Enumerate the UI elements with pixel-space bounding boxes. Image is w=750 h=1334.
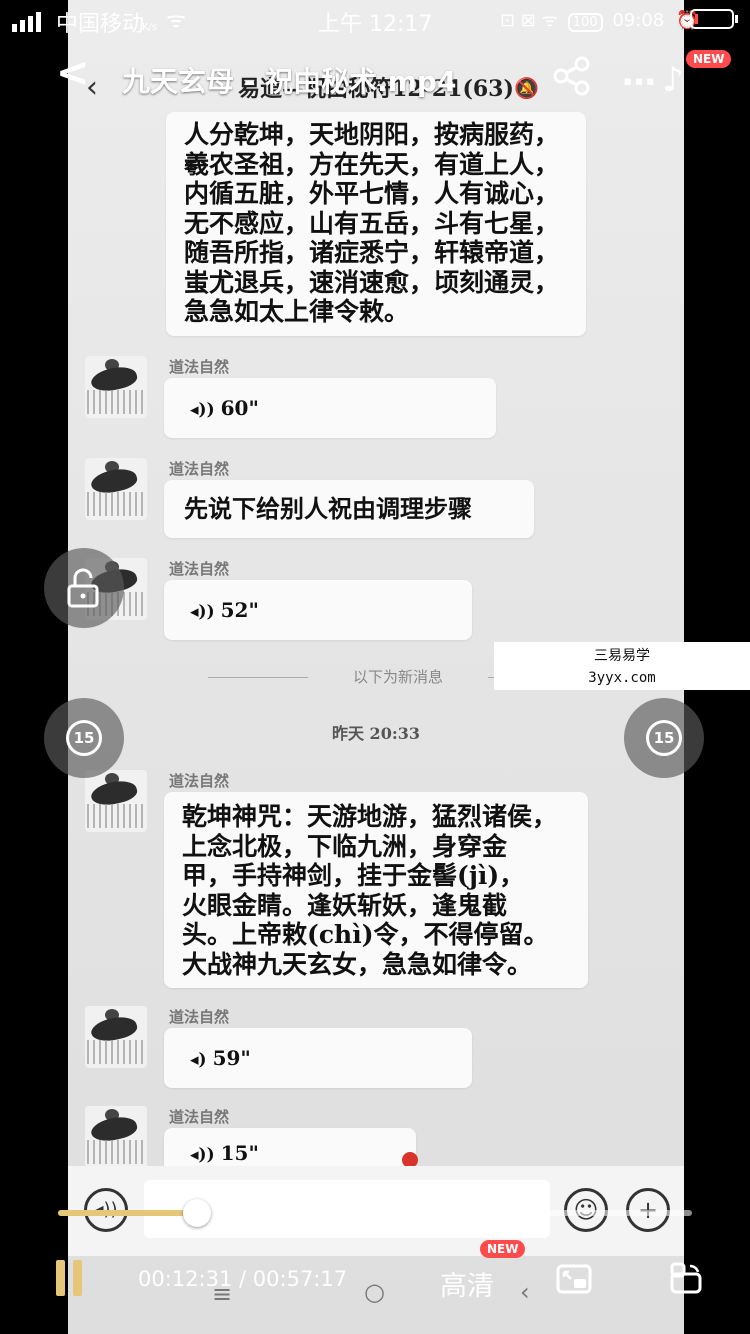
total-time: 00:57:17 [252, 1267, 348, 1291]
poem2-line: 上念北极，下临九洲，身穿金 [182, 831, 508, 861]
carrier-name: 中国移动 [56, 12, 145, 37]
rewind-15-button[interactable]: 15 [44, 698, 124, 778]
message-bubble-poem2: 乾坤神咒：天游地游，猛烈诸侯， 上念北极，下临九洲，身穿金 甲，手持神剑，挂于金… [164, 792, 588, 988]
voice-duration: 59" [212, 1046, 251, 1070]
chat-timestamp: 昨天 20:33 [331, 724, 420, 743]
status-bar: 中国移动 ᯤ K/s 上午 12:17 ⊡ ⊠ ᯤ 100 09:08 ⏰ [0, 0, 750, 40]
voice-wave-icon: ◂)) [190, 602, 215, 622]
voice-message: ◂)) 60" [164, 378, 496, 438]
sender-name: 道法自然 [169, 1008, 230, 1026]
forward-15-button[interactable]: 15 [624, 698, 704, 778]
time-display: 00:12:31 / 00:57:17 [138, 1267, 347, 1291]
voice-wave-icon: ◂)) [190, 400, 215, 420]
poem1-line: 随吾所指，诸症悉宁，轩辕帝道， [184, 238, 560, 267]
poem2-line: 头。上帝敕(chì)令，不得停留。 [182, 920, 549, 949]
avatar [85, 356, 147, 418]
sender-name: 道法自然 [169, 460, 230, 478]
new-badge: NEW [686, 50, 732, 68]
voice-wave-icon: ◂)) [190, 1145, 215, 1165]
watermark-line1: 三易易学 [594, 648, 650, 664]
picture-in-picture-icon[interactable] [556, 1262, 592, 1296]
unlock-icon [67, 568, 99, 608]
avatar [85, 458, 147, 520]
watermark-line2: 3yyx.com [588, 670, 656, 686]
poem1-line: 人分乾坤，天地阴阳，按病服药， [184, 120, 560, 149]
lock-button[interactable] [44, 548, 124, 628]
watermark: 三易易学 3yyx.com [494, 642, 750, 690]
poem2-line: 乾坤神咒：天游地游，猛烈诸侯， [182, 802, 558, 831]
voice-duration: 60" [220, 396, 259, 420]
status-clock: 上午 12:17 [318, 12, 433, 37]
quality-button[interactable]: 高清 [440, 1264, 494, 1303]
voice-duration: 52" [220, 598, 259, 622]
sender-name: 道法自然 [169, 1108, 230, 1126]
avatar [85, 1006, 147, 1068]
progress-played [58, 1210, 197, 1216]
voice-wave-icon: ◂) [190, 1050, 207, 1070]
video-title: 九天玄母 - 祝由秘术.mp4 [122, 65, 457, 98]
sender-name: 道法自然 [169, 358, 230, 376]
battery-indicator: 100 [567, 13, 603, 32]
forward-icon: 15 [646, 720, 682, 756]
more-icon[interactable]: … [622, 54, 658, 94]
current-time: 00:12:31 [138, 1267, 233, 1291]
progress-track[interactable] [58, 1199, 692, 1227]
sender-name: 道法自然 [169, 560, 230, 578]
player-controls: 00:12:31 / 00:57:17 高清 NEW [0, 1240, 750, 1312]
poem2-line: 大战神九天玄女，急急如律令。 [182, 949, 533, 979]
share-icon[interactable] [552, 56, 592, 96]
voice-message: ◂) 59" [164, 1028, 472, 1088]
poem1-line: 蚩尤退兵，速消速愈，顷刻通灵， [184, 267, 560, 297]
poem1-line: 内循五脏，外平七情，人有诚心， [184, 179, 560, 208]
wifi-icon: ᯤ [166, 8, 187, 33]
time-separator: / [239, 1267, 247, 1291]
rewind-icon: 15 [66, 720, 102, 756]
status-icons: ⊡ ⊠ ᯤ 100 09:08 ⏰ [500, 8, 698, 32]
poem2-line: 甲，手持神剑，挂于金髻(jì)， [182, 861, 525, 890]
net-speed: K/s [142, 22, 158, 33]
audio-mode-icon[interactable]: ♪ [662, 60, 684, 100]
back-icon[interactable]: < [56, 50, 90, 96]
avatar [85, 770, 147, 832]
poem1-line: 无不感应，山有五岳，斗有七星， [184, 208, 560, 238]
voice-duration: 15" [220, 1141, 259, 1165]
quality-new-badge: NEW [480, 1240, 526, 1258]
message-bubble-poem1: 人分乾坤，天地阴阳，按病服药， 羲农圣祖，方在先天，有道上人， 内循五脏，外平七… [166, 112, 586, 336]
poem1-line: 羲农圣祖，方在先天，有道上人， [184, 149, 560, 179]
player-title-bar: < 九天玄母 - 祝由秘术.mp4 … ♪ NEW [0, 46, 750, 110]
progress-thumb[interactable] [182, 1199, 211, 1227]
text-message: 先说下给别人祝由调理步骤 [164, 480, 534, 538]
sender-name: 道法自然 [169, 772, 230, 790]
poem1-line: 急急如太上律令敕。 [184, 297, 410, 326]
voice-message: ◂)) 52" [164, 580, 472, 640]
pause-button[interactable] [56, 1260, 84, 1296]
status-right-icons: ⊡ ⊠ ᯤ [500, 10, 559, 31]
avatar [85, 1106, 147, 1168]
poem2-line: 火眼金睛。逢妖斩妖，逢鬼截 [182, 890, 508, 920]
rotate-screen-icon[interactable] [668, 1262, 704, 1296]
battery-icon [690, 9, 734, 29]
inner-time: 09:08 [612, 10, 665, 31]
